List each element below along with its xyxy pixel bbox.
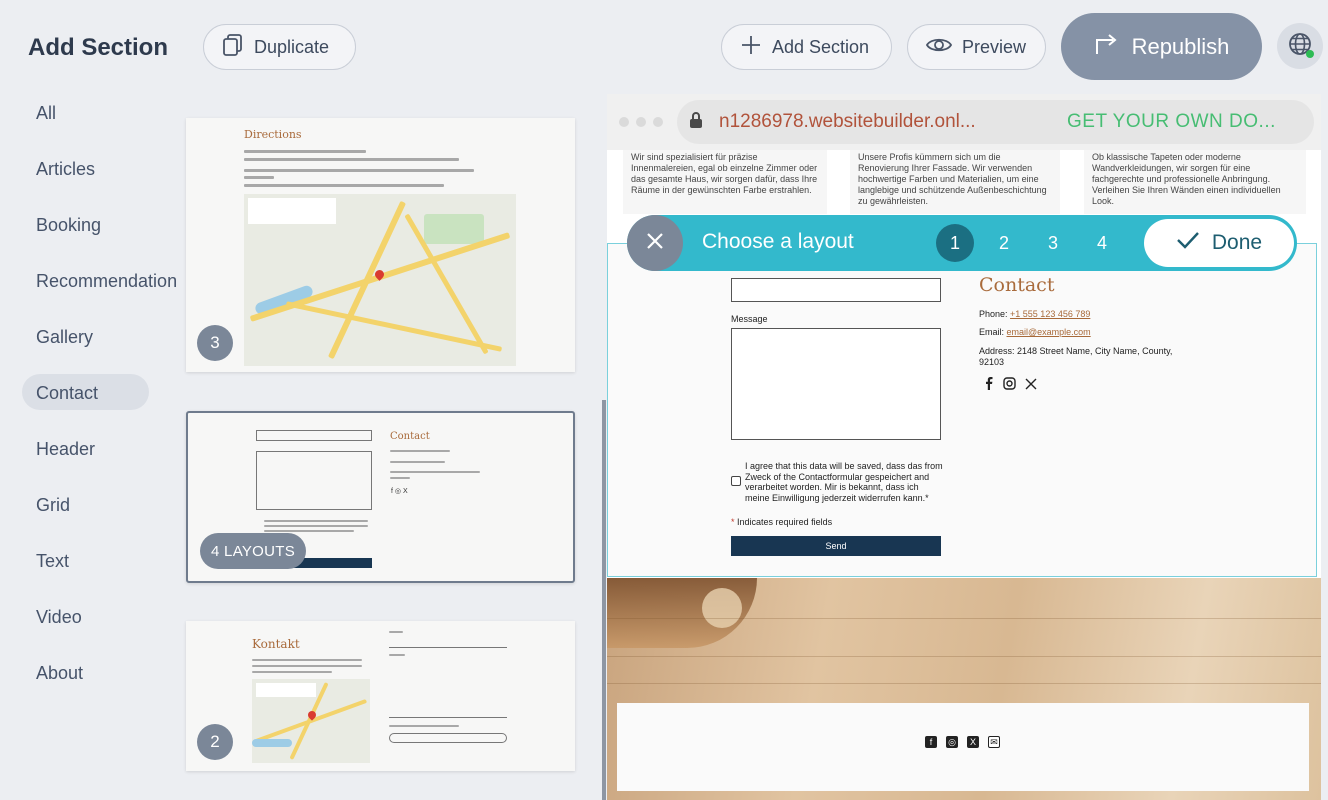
contact-address: Address: 2148 Street Name, City Name, Co… bbox=[979, 346, 1173, 367]
panel-title: Add Section bbox=[28, 34, 169, 61]
language-button[interactable] bbox=[1277, 23, 1323, 69]
layout-option-3[interactable]: 3 bbox=[1034, 224, 1072, 262]
eye-icon bbox=[925, 36, 953, 59]
section-thumbnail-kontakt[interactable]: Kontakt bbox=[186, 621, 575, 771]
category-header[interactable]: Header bbox=[36, 439, 95, 460]
message-field[interactable] bbox=[731, 328, 941, 440]
done-button[interactable]: Done bbox=[1144, 219, 1294, 267]
thumbnail-heading: Directions bbox=[244, 128, 302, 141]
thumbnail-heading: Kontakt bbox=[252, 637, 300, 651]
mail-icon[interactable]: ✉ bbox=[988, 736, 1000, 748]
duplicate-button[interactable]: Duplicate bbox=[203, 24, 356, 70]
service-text: Unsere Profis kümmern sich um die Renovi… bbox=[850, 150, 1060, 214]
instagram-icon[interactable]: ◎ bbox=[946, 736, 958, 748]
instagram-icon[interactable] bbox=[1003, 377, 1016, 395]
check-icon bbox=[1176, 230, 1200, 256]
layouts-count-badge: 4 LAYOUTS bbox=[200, 533, 306, 569]
email-link[interactable]: email@example.com bbox=[1007, 327, 1091, 337]
category-about[interactable]: About bbox=[36, 663, 83, 684]
consent-checkbox[interactable] bbox=[731, 476, 741, 486]
service-text: Ob klassische Tapeten oder moderne Wandv… bbox=[1084, 150, 1306, 214]
category-recommendation[interactable]: Recommendation bbox=[36, 271, 177, 292]
category-booking[interactable]: Booking bbox=[36, 215, 101, 236]
layout-option-2[interactable]: 2 bbox=[985, 224, 1023, 262]
facebook-icon[interactable] bbox=[984, 377, 994, 395]
category-gallery[interactable]: Gallery bbox=[36, 327, 93, 348]
message-label: Message bbox=[731, 314, 768, 324]
get-domain-link[interactable]: GET YOUR OWN DO... bbox=[1067, 111, 1276, 133]
close-icon bbox=[646, 232, 664, 255]
map-preview bbox=[244, 194, 516, 366]
preview-label: Preview bbox=[962, 36, 1027, 57]
duplicate-icon bbox=[222, 33, 244, 62]
required-mark: * bbox=[731, 517, 735, 527]
category-video[interactable]: Video bbox=[36, 607, 82, 628]
required-note: * Indicates required fields bbox=[731, 517, 833, 527]
layout-chooser-title: Choose a layout bbox=[702, 230, 854, 253]
republish-button[interactable]: Republish bbox=[1061, 13, 1262, 80]
duplicate-label: Duplicate bbox=[254, 36, 330, 57]
contact-heading: Contact bbox=[979, 274, 1055, 296]
facebook-icon[interactable]: f bbox=[925, 736, 937, 748]
layout-count-badge: 3 bbox=[197, 325, 233, 361]
republish-arrow-icon bbox=[1094, 32, 1120, 62]
url-text: n1286978.websitebuilder.onl... bbox=[719, 111, 976, 132]
lock-icon bbox=[689, 111, 703, 134]
republish-label: Republish bbox=[1131, 33, 1230, 59]
section-thumbnail-directions[interactable]: Directions bbox=[186, 118, 575, 372]
browser-toolbar: n1286978.websitebuilder.onl... GET YOUR … bbox=[607, 94, 1321, 150]
plus-icon bbox=[740, 34, 762, 61]
name-field[interactable] bbox=[731, 278, 941, 302]
add-section-label: Add Section bbox=[772, 36, 870, 57]
category-grid[interactable]: Grid bbox=[36, 495, 70, 516]
category-all[interactable]: All bbox=[36, 103, 56, 124]
contact-email: Email: email@example.com bbox=[979, 327, 1091, 337]
category-articles[interactable]: Articles bbox=[36, 159, 95, 180]
contact-phone: Phone: +1 555 123 456 789 bbox=[979, 309, 1091, 319]
layout-option-1[interactable]: 1 bbox=[936, 224, 974, 262]
contact-section[interactable] bbox=[607, 243, 1317, 577]
category-text[interactable]: Text bbox=[36, 551, 69, 572]
footer-card bbox=[617, 703, 1309, 791]
phone-link[interactable]: +1 555 123 456 789 bbox=[1010, 309, 1090, 319]
category-contact[interactable]: Contact bbox=[36, 383, 98, 404]
send-button[interactable]: Send bbox=[731, 536, 941, 556]
preview-button[interactable]: Preview bbox=[907, 24, 1046, 70]
layout-option-4[interactable]: 4 bbox=[1083, 224, 1121, 262]
panel-scrollbar[interactable] bbox=[602, 400, 606, 800]
layout-count-badge: 2 bbox=[197, 724, 233, 760]
service-text: Wir sind spezialisiert für präzise Innen… bbox=[623, 150, 827, 214]
add-section-button[interactable]: Add Section bbox=[721, 24, 892, 70]
consent-text: I agree that this data will be saved, da… bbox=[745, 461, 943, 503]
x-icon[interactable]: X bbox=[967, 736, 979, 748]
status-dot bbox=[1306, 50, 1314, 58]
close-layout-chooser-button[interactable] bbox=[627, 215, 683, 271]
done-label: Done bbox=[1211, 231, 1263, 254]
social-links bbox=[984, 377, 1037, 395]
thumbnail-heading: Contact bbox=[390, 431, 430, 442]
map-preview bbox=[252, 679, 370, 763]
x-icon[interactable] bbox=[1025, 377, 1037, 395]
